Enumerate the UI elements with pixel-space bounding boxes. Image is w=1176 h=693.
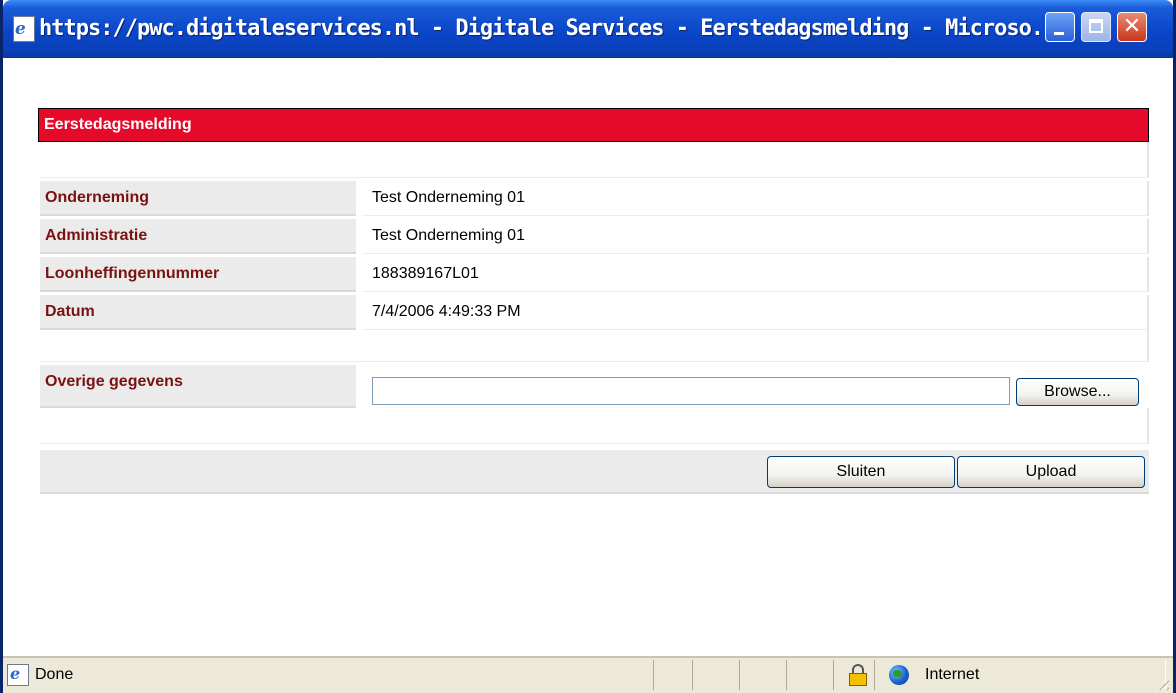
field-value-cell: 188389167L01 [362,257,1149,292]
title-bar[interactable]: e https://pwc.digitaleservices.nl - Digi… [3,0,1173,58]
field-label-cell: Onderneming [40,181,356,216]
field-label: Administratie [45,227,148,244]
field-label-cell: Loonheffingennummer [40,257,356,292]
minimize-button[interactable] [1045,12,1075,42]
field-value: Test Onderneming 01 [372,227,525,244]
globe-icon [889,665,909,685]
page-content: Eerstedagsmelding Onderneming Test Onder… [3,58,1173,656]
close-form-button[interactable]: Sluiten [767,456,955,488]
field-value-cell: 7/4/2006 4:49:33 PM [362,295,1149,330]
field-row-administratie: Administratie Test Onderneming 01 [40,219,1149,254]
file-path-input[interactable] [372,377,1010,405]
status-pane [692,660,740,690]
maximize-icon [1089,19,1103,33]
close-icon: ✕ [1122,14,1142,39]
field-row-datum: Datum 7/4/2006 4:49:33 PM [40,295,1149,330]
button-bar: Sluiten Upload [40,450,1149,494]
upload-label: Overige gegevens [45,373,183,390]
form-heading-bar: Eerstedagsmelding [38,108,1149,142]
form-heading: Eerstedagsmelding [44,116,192,133]
ie-page-icon[interactable]: e [13,16,35,42]
ie-logo-glyph: e [10,664,21,683]
field-label: Loonheffingennummer [45,265,220,282]
field-label-cell: Administratie [40,219,356,254]
status-text: Done [35,666,74,683]
status-bar: e Done Internet [3,656,1173,693]
field-value-cell: Test Onderneming 01 [362,181,1149,216]
spacer-row [40,408,1149,444]
lock-body [849,673,867,686]
field-label: Datum [45,303,95,320]
field-value-cell: Test Onderneming 01 [362,219,1149,254]
close-button[interactable]: ✕ [1117,12,1147,42]
field-value: 7/4/2006 4:49:33 PM [372,303,521,320]
field-row-onderneming: Onderneming Test Onderneming 01 [40,181,1149,216]
ie-logo-glyph: e [15,19,26,39]
spacer-row [40,142,1149,178]
upload-label-cell: Overige gegevens [40,365,356,408]
maximize-button[interactable] [1081,12,1111,42]
status-pane [653,660,693,690]
spacer-row [40,330,1149,362]
window-title: https://pwc.digitaleservices.nl - Digita… [39,16,1039,41]
status-pane [786,660,834,690]
field-label-cell: Datum [40,295,356,330]
field-label: Onderneming [45,189,150,206]
security-zone-label: Internet [925,666,980,683]
browse-button[interactable]: Browse... [1016,378,1139,406]
field-value: Test Onderneming 01 [372,189,525,206]
upload-row: Overige gegevens Browse... [40,365,1149,408]
lock-icon[interactable] [849,664,867,686]
field-row-loonheffingennummer: Loonheffingennummer 188389167L01 [40,257,1149,292]
minimize-icon [1054,32,1064,35]
zone-pane [874,660,1166,690]
browser-window: e https://pwc.digitaleservices.nl - Digi… [0,0,1176,693]
field-value: 188389167L01 [372,265,479,282]
ie-page-icon: e [7,664,29,686]
upload-button[interactable]: Upload [957,456,1145,488]
status-pane [739,660,787,690]
